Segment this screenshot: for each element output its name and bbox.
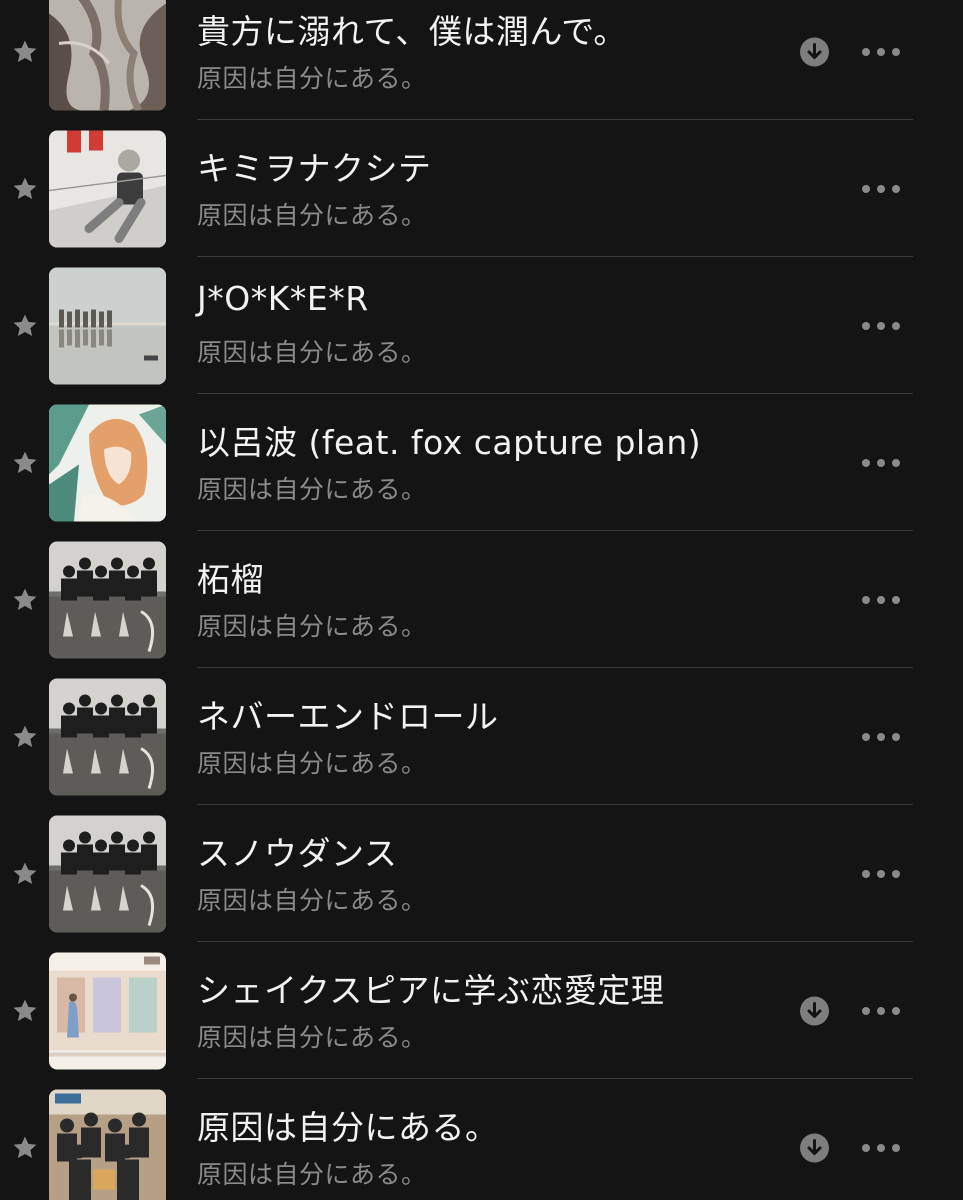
album-name: 原因は自分にある。 [197,886,427,915]
more-options-icon[interactable] [858,181,904,197]
more-options-icon[interactable] [858,44,904,60]
album-name: 原因は自分にある。 [197,1023,427,1052]
album-name: 原因は自分にある。 [197,475,427,504]
song-row[interactable]: 以呂波 (feat. fox capture plan) 原因は自分にある。 [0,394,963,531]
album-name: 原因は自分にある。 [197,64,427,93]
song-title: 柘榴 [197,560,264,599]
star-icon[interactable] [11,997,39,1025]
song-title: スノウダンス [197,834,398,873]
album-artwork-art-anime-girl[interactable] [49,404,166,521]
star-icon[interactable] [11,723,39,751]
album-name: 原因は自分にある。 [197,749,427,778]
downloaded-icon [800,1133,829,1162]
album-artwork-art-group-dark[interactable] [49,815,166,932]
album-artwork-art-group-cafe[interactable] [49,1089,166,1200]
star-icon[interactable] [11,860,39,888]
song-list: 貴方に溺れて、僕は潤んで。 原因は自分にある。 キミヲナクシテ 原因は自分にある… [0,0,963,1200]
song-row[interactable]: 柘榴 原因は自分にある。 [0,531,963,668]
album-artwork-art-pastel-street[interactable] [49,952,166,1069]
more-options-icon[interactable] [858,455,904,471]
more-options-icon[interactable] [858,1140,904,1156]
song-row[interactable]: スノウダンス 原因は自分にある。 [0,805,963,942]
more-options-icon[interactable] [858,592,904,608]
star-icon[interactable] [11,449,39,477]
song-row[interactable]: キミヲナクシテ 原因は自分にある。 [0,120,963,257]
album-name: 原因は自分にある。 [197,201,427,230]
album-artwork-art-sketch-boy[interactable] [49,130,166,247]
song-title: キミヲナクシテ [197,149,432,188]
album-artwork-art-group-dark[interactable] [49,678,166,795]
song-title: 原因は自分にある。 [197,1108,499,1147]
song-row[interactable]: J*O*K*E*R 原因は自分にある。 [0,257,963,394]
song-row[interactable]: 貴方に溺れて、僕は潤んで。 原因は自分にある。 [0,0,963,120]
more-options-icon[interactable] [858,318,904,334]
album-name: 原因は自分にある。 [197,1160,427,1189]
star-icon[interactable] [11,312,39,340]
album-artwork-art-reflection-group[interactable] [49,267,166,384]
album-artwork-art-group-dark[interactable] [49,541,166,658]
song-title: J*O*K*E*R [197,279,369,318]
more-options-icon[interactable] [858,866,904,882]
star-icon[interactable] [11,586,39,614]
album-artwork-art-grey-hands[interactable] [49,0,166,110]
song-row[interactable]: 原因は自分にある。 原因は自分にある。 [0,1079,963,1200]
more-options-icon[interactable] [858,1003,904,1019]
star-icon[interactable] [11,1134,39,1162]
downloaded-icon [800,996,829,1025]
song-row[interactable]: シェイクスピアに学ぶ恋愛定理 原因は自分にある。 [0,942,963,1079]
album-name: 原因は自分にある。 [197,338,427,367]
star-icon[interactable] [11,175,39,203]
song-title: 貴方に溺れて、僕は潤んで。 [197,12,627,51]
song-row[interactable]: ネバーエンドロール 原因は自分にある。 [0,668,963,805]
more-options-icon[interactable] [858,729,904,745]
star-icon[interactable] [11,38,39,66]
song-title: ネバーエンドロール [197,697,499,736]
album-name: 原因は自分にある。 [197,612,427,641]
downloaded-icon [800,37,829,66]
song-title: 以呂波 (feat. fox capture plan) [197,423,702,462]
song-title: シェイクスピアに学ぶ恋愛定理 [197,971,665,1010]
